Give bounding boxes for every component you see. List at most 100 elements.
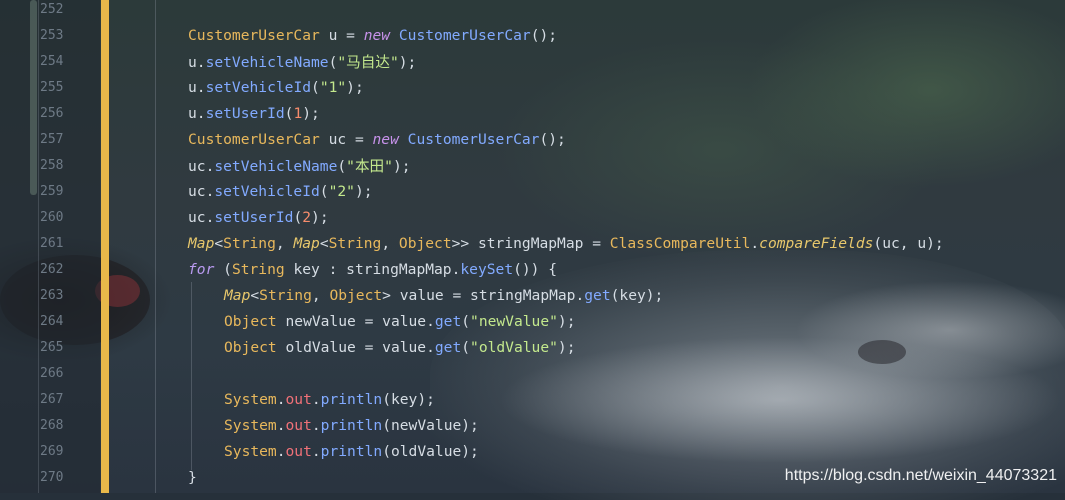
code-token: u. [188,104,206,122]
code-token: . [750,234,760,252]
code-text: u.setUserId(1); [188,105,320,122]
code-token: . [311,390,321,408]
code-token: (); [530,26,558,44]
code-line[interactable]: 268 System.out.println(newValue); [0,412,1065,438]
code-line[interactable]: 259 uc.setVehicleId("2"); [0,178,1065,204]
line-number: 256 [40,105,64,121]
code-line[interactable]: 261 Map<String, Map<String, Object>> stri… [0,230,1065,256]
code-token: CustomerUserCar [188,26,320,44]
code-token: newValue = value. [276,312,435,330]
code-line[interactable]: 267 System.out.println(key); [0,386,1065,412]
line-number: 258 [40,157,64,173]
code-line[interactable]: 254 u.setVehicleName("马自达"); [0,48,1065,74]
code-token: ); [557,312,576,330]
code-text: Map<String, Object> value = stringMapMap… [224,287,663,304]
line-number: 266 [40,365,64,381]
code-token: ); [557,338,576,356]
code-token: < [250,286,260,304]
code-text: System.out.println(key); [224,391,435,408]
code-token: "oldValue" [470,338,558,356]
code-token: "马自达" [337,53,399,71]
code-line[interactable]: 260 uc.setUserId(2); [0,204,1065,230]
code-token: setVehicleName [205,53,329,71]
code-token: new [372,130,399,148]
code-text: CustomerUserCar u = new CustomerUserCar(… [188,27,557,44]
code-token: ( [293,208,303,226]
code-line[interactable]: 269 System.out.println(oldValue); [0,438,1065,464]
line-number: 253 [40,27,64,43]
code-line[interactable]: 263 Map<String, Object> value = stringMap… [0,282,1065,308]
code-token: CustomerUserCar [398,26,531,44]
code-line[interactable]: 256 u.setUserId(1); [0,100,1065,126]
code-token: (); [539,130,566,148]
line-number: 261 [40,235,64,251]
code-text: Object oldValue = value.get("oldValue"); [224,339,575,356]
code-token: compareFields [759,234,874,252]
code-token: ( [461,338,471,356]
code-token: Object [224,312,277,330]
code-line[interactable]: 252 [0,0,1065,22]
code-text: System.out.println(newValue); [224,417,479,434]
code-token: Map [293,234,320,252]
code-line[interactable]: 255 u.setVehicleId("1"); [0,74,1065,100]
code-token: String [231,260,285,278]
code-line[interactable]: 257 CustomerUserCar uc = new CustomerUser… [0,126,1065,152]
code-token: uc. [188,182,215,200]
code-token: ); [346,78,364,96]
code-token: uc. [188,208,215,226]
code-token: CustomerUserCar [188,130,320,148]
code-token: (key); [610,286,664,304]
code-token: } [188,468,197,486]
code-token: < [214,234,224,252]
code-token: System [224,442,277,460]
code-token: String [259,286,312,304]
code-token: ( [319,182,329,200]
code-line[interactable]: 264 Object newValue = value.get("newValue… [0,308,1065,334]
code-token: ); [398,53,417,71]
line-number: 270 [40,469,64,485]
code-token: "2" [328,182,355,200]
code-token: . [276,442,286,460]
code-token: ( [337,157,347,175]
code-token: ( [214,260,232,278]
code-line[interactable]: 266 [0,360,1065,386]
code-token: . [311,442,321,460]
watermark-text: https://blog.csdn.net/weixin_44073321 [784,467,1057,484]
code-token: (oldValue); [382,442,479,460]
code-token: 2 [302,208,312,226]
code-token: get [434,312,462,330]
code-token: . [276,416,286,434]
code-token: println [320,442,383,460]
line-number: 267 [40,391,64,407]
code-text: uc.setUserId(2); [188,209,329,226]
code-token: for [188,260,215,278]
code-token: println [320,390,383,408]
line-number: 255 [40,79,64,95]
code-token: setVehicleId [214,182,320,200]
code-token: out [285,416,312,434]
code-token: oldValue = value. [276,338,435,356]
line-number: 257 [40,131,64,147]
code-token: setUserId [205,104,285,122]
code-token: "本田" [346,157,393,175]
code-token: ClassCompareUtil [609,234,751,252]
code-token: new [363,26,391,44]
code-token: System [224,416,277,434]
code-token: println [320,416,383,434]
code-token: Object [398,234,452,252]
code-token: ); [392,157,411,175]
code-token: , [311,286,330,304]
code-text: u.setVehicleId("1"); [188,79,364,96]
code-token: . [276,390,286,408]
code-text: CustomerUserCar uc = new CustomerUserCar… [188,131,566,148]
code-line[interactable]: 258 uc.setVehicleName("本田"); [0,152,1065,178]
code-token: ); [302,104,320,122]
code-line[interactable]: 265 Object oldValue = value.get("oldValue… [0,334,1065,360]
code-token: < [319,234,329,252]
code-token: setVehicleId [205,78,312,96]
code-line[interactable]: 253 CustomerUserCar u = new CustomerUserC… [0,22,1065,48]
code-text: } [188,469,197,486]
code-line[interactable]: 262 for (String key : stringMapMap.keySet… [0,256,1065,282]
code-token: ); [354,182,373,200]
